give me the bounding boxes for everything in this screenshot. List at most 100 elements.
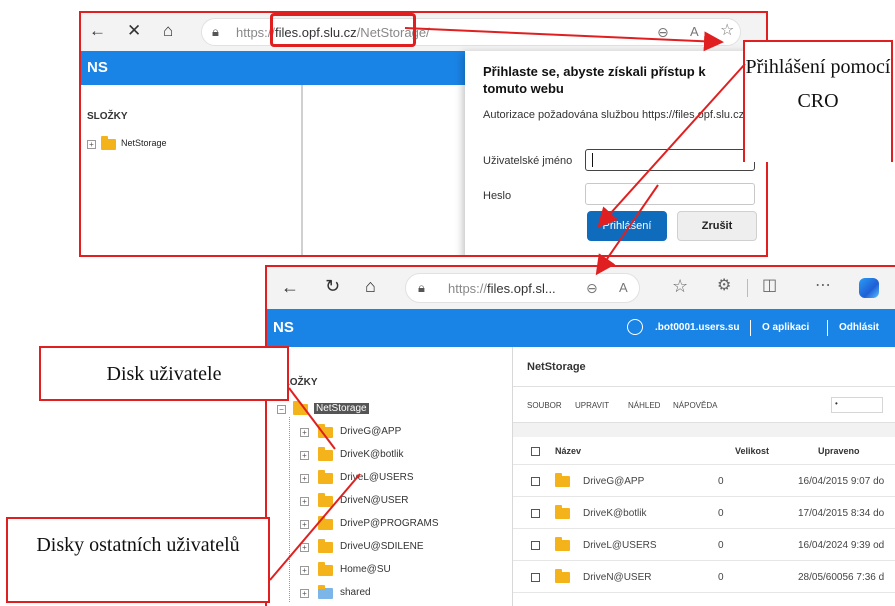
favorite-star-icon[interactable]: ☆ [720, 21, 734, 41]
column-modified[interactable]: Upraveno [818, 446, 860, 456]
app-header-bar: NS [81, 51, 465, 85]
password-label: Heslo [483, 190, 512, 202]
column-name[interactable]: Název [555, 446, 581, 456]
tree-item-netstorage[interactable]: + NetStorage [87, 136, 207, 153]
tree-item-label: DriveP@PROGRAMS [340, 518, 439, 529]
row-checkbox[interactable] [531, 541, 540, 550]
back-icon[interactable]: ← [89, 21, 106, 41]
url-highlight-box [270, 13, 416, 47]
tree-item-drive[interactable]: + Home@SU [300, 562, 460, 579]
row-size: 0 [718, 540, 724, 551]
tree-item-label: shared [340, 587, 371, 598]
tree-item-drive[interactable]: + DriveN@USER [300, 493, 460, 510]
folder-icon [101, 136, 116, 150]
select-all-checkbox[interactable] [531, 447, 540, 456]
login-button[interactable]: Přihlášení [587, 211, 667, 241]
tree-item-drive[interactable]: + DriveU@SDILENE [300, 539, 460, 556]
about-link[interactable]: O aplikaci [762, 322, 809, 333]
row-checkbox[interactable] [531, 477, 540, 486]
ns-logo: NS [87, 59, 108, 76]
table-row[interactable]: DriveK@botlik 0 17/04/2015 8:34 do [513, 497, 895, 529]
callout-user-disk-text: Disk uživatele [106, 363, 222, 385]
read-aloud-icon[interactable]: A [690, 22, 699, 42]
table-row[interactable]: DriveN@USER 0 28/05/60056 7:36 d [513, 561, 895, 593]
refresh-icon[interactable]: ↻ [325, 276, 340, 296]
row-name: DriveK@botlik [583, 508, 647, 519]
menu-bar: SOUBOR UPRAVIT NÁHLED NÁPOVĚDA • [513, 387, 895, 423]
menu-item-file[interactable]: SOUBOR [527, 401, 562, 410]
callout-other-disks: Disky ostatních uživatelů [6, 517, 270, 603]
callout-login-cro-text: Přihlášení pomocí CRO [745, 56, 891, 112]
row-checkbox[interactable] [531, 509, 540, 518]
menu-item-edit[interactable]: UPRAVIT [575, 401, 609, 410]
back-icon[interactable]: ← [281, 277, 299, 297]
column-size[interactable]: Velikost [735, 446, 769, 456]
logout-link[interactable]: Odhlásit [839, 322, 879, 333]
expand-icon[interactable]: + [87, 140, 96, 149]
tree-item-netstorage[interactable]: − NetStorage [277, 401, 437, 418]
more-menu-icon[interactable]: ⋯ [815, 276, 831, 296]
address-bar[interactable]: 🔒︎ https://files.opf.sl... ⊖ A [405, 273, 640, 303]
expand-icon[interactable]: + [300, 543, 309, 552]
menu-item-view[interactable]: NÁHLED [628, 401, 660, 410]
lock-icon: 🔒︎ [418, 280, 425, 295]
folder-icon [318, 562, 333, 576]
favorite-star-icon[interactable]: ☆ [672, 276, 688, 296]
row-size: 0 [718, 508, 724, 519]
expand-icon[interactable]: + [300, 566, 309, 575]
table-row[interactable]: DriveG@APP 0 16/04/2015 9:07 do [513, 465, 895, 497]
row-size: 0 [718, 572, 724, 583]
folder-icon [318, 516, 333, 530]
row-modified: 28/05/60056 7:36 d [798, 572, 885, 583]
search-field[interactable]: • [831, 397, 883, 413]
tree-item-label: DriveU@SDILENE [340, 541, 424, 552]
top-browser-screenshot: ← ✕ ⌂ 🔒︎ https://files.opf.slu.cz/NetSto… [79, 11, 768, 257]
home-icon[interactable]: ⌂ [365, 276, 376, 296]
text-cursor [592, 153, 593, 167]
row-name: DriveN@USER [583, 572, 652, 583]
callout-other-disks-text: Disky ostatních uživatelů [36, 534, 240, 556]
tree-item-drive[interactable]: + DriveP@PROGRAMS [300, 516, 460, 533]
split-screen-icon[interactable]: ◫ [762, 276, 777, 296]
header-divider [750, 320, 751, 336]
login-dialog: Přihlaste se, abyste získali přístup k t… [465, 51, 766, 255]
expand-icon[interactable]: + [300, 520, 309, 529]
row-modified: 16/04/2015 9:07 do [798, 476, 885, 487]
tree-item-drive[interactable]: + shared [300, 585, 460, 602]
expand-icon[interactable]: + [300, 451, 309, 460]
tree-item-drive[interactable]: + DriveK@botlik [300, 447, 460, 464]
zoom-out-icon[interactable]: ⊖ [586, 278, 598, 298]
user-icon [627, 319, 643, 335]
collapse-icon[interactable]: − [277, 405, 286, 414]
user-account[interactable]: .bot0001.users.su [655, 322, 739, 333]
expand-icon[interactable]: + [300, 589, 309, 598]
expand-icon[interactable]: + [300, 428, 309, 437]
browser-toolbar: ← ✕ ⌂ 🔒︎ https://files.opf.slu.cz/NetSto… [81, 13, 766, 51]
bottom-browser-screenshot: ← ↻ ⌂ 🔒︎ https://files.opf.sl... ⊖ A ☆ ⚙… [265, 265, 895, 606]
expand-icon[interactable]: + [300, 497, 309, 506]
table-row[interactable]: DriveL@USERS 0 16/04/2024 9:39 od [513, 529, 895, 561]
tree-item-drive[interactable]: + DriveL@USERS [300, 470, 460, 487]
username-field[interactable] [585, 149, 755, 171]
copilot-icon[interactable] [859, 278, 879, 298]
folders-panel: SLOŽKY − NetStorage + DriveG@APP + Drive… [267, 347, 512, 606]
table-header: Název Velikost Upraveno [513, 437, 895, 465]
shared-folder-icon [318, 585, 333, 599]
close-icon[interactable]: ✕ [127, 21, 141, 41]
tree-item-drive[interactable]: + DriveG@APP [300, 424, 460, 441]
tree-item-label: NetStorage [314, 403, 369, 414]
expand-icon[interactable]: + [300, 474, 309, 483]
zoom-out-icon[interactable]: ⊖ [657, 22, 669, 42]
pane-header: NetStorage [513, 347, 895, 387]
folder-open-icon [293, 401, 308, 415]
row-size: 0 [718, 476, 724, 487]
folder-icon [318, 470, 333, 484]
password-field[interactable] [585, 183, 755, 205]
read-aloud-icon[interactable]: A [619, 278, 628, 298]
extensions-icon[interactable]: ⚙ [717, 276, 731, 296]
menu-item-help[interactable]: NÁPOVĚDA [673, 401, 717, 410]
home-icon[interactable]: ⌂ [163, 21, 173, 41]
cancel-button[interactable]: Zrušit [677, 211, 757, 241]
ns-logo: NS [273, 319, 294, 336]
row-checkbox[interactable] [531, 573, 540, 582]
